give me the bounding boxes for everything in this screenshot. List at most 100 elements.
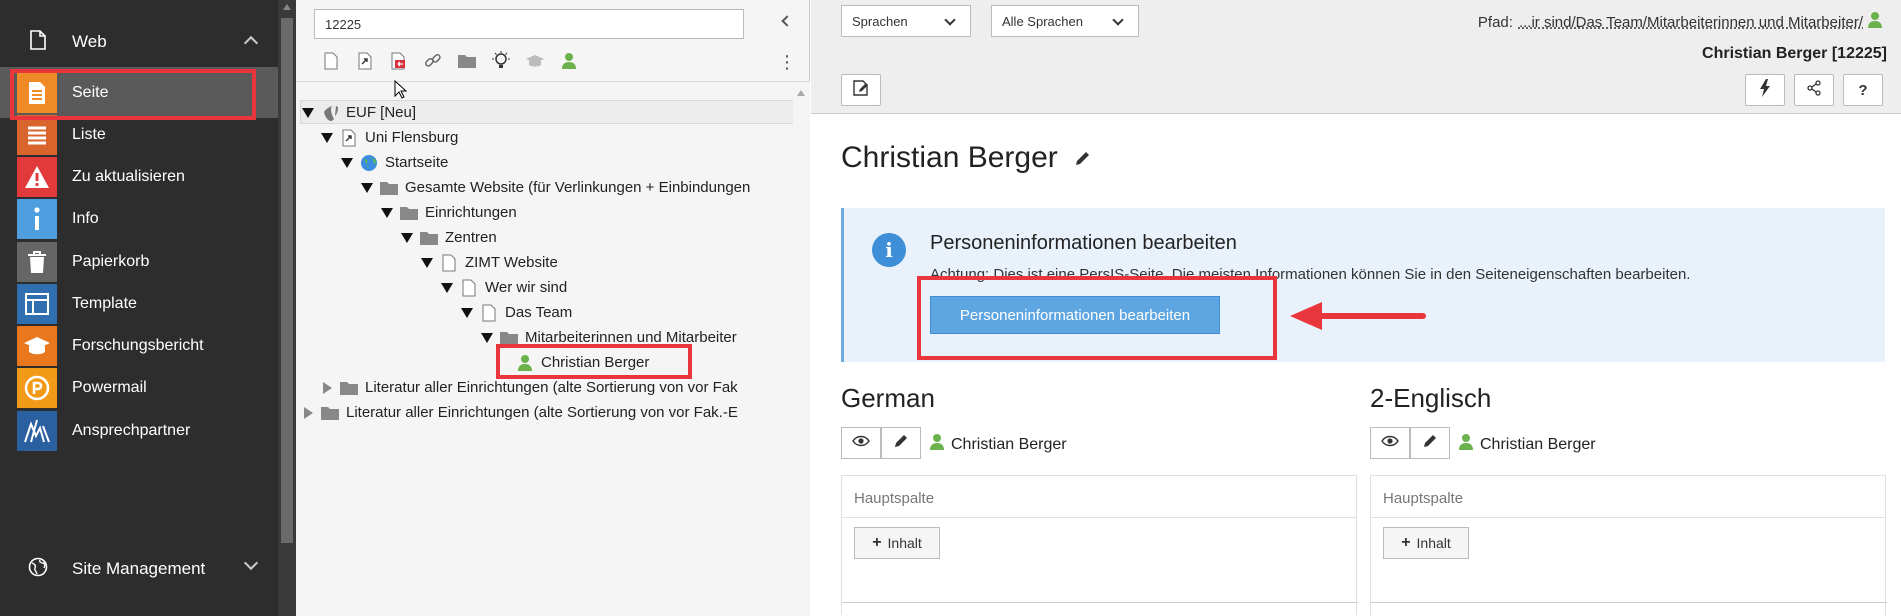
tree-node[interactable]: Das Team — [461, 300, 572, 325]
tree-node[interactable]: Gesamte Website (für Verlinkungen + Einb… — [361, 175, 750, 200]
tree-node[interactable]: ZIMT Website — [421, 250, 558, 275]
tree-node[interactable]: Wer wir sind — [441, 275, 567, 300]
lightbulb-icon[interactable] — [484, 48, 518, 74]
expanded-toggle-icon[interactable] — [441, 282, 453, 294]
expanded-toggle-icon[interactable] — [401, 232, 413, 244]
tree-node[interactable]: Startseite — [341, 150, 448, 175]
help-button[interactable]: ? — [1843, 74, 1883, 106]
language-filter-select[interactable]: Alle Sprachen — [991, 5, 1139, 37]
view-button[interactable] — [841, 427, 881, 459]
page-icon — [439, 254, 459, 272]
eye-icon — [852, 434, 870, 452]
module-group-site-management[interactable]: Site Management — [0, 544, 278, 594]
tree-node[interactable]: Uni Flensburg — [321, 125, 458, 150]
shortcut-page-icon — [339, 129, 359, 147]
add-content-button[interactable]: + Inhalt — [854, 527, 940, 559]
link-page-icon[interactable] — [382, 48, 416, 74]
tree-node[interactable]: Literatur aller Einrichtungen (alte Sort… — [302, 400, 738, 425]
share-icon — [1806, 79, 1822, 101]
scroll-up-arrow-icon[interactable] — [283, 4, 291, 10]
folder-icon — [419, 229, 439, 247]
shortcut-page-icon[interactable] — [348, 48, 382, 74]
graduation-cap-icon[interactable] — [518, 48, 552, 74]
column-divider — [842, 602, 1358, 603]
document-icon — [22, 29, 54, 55]
info-title: Personeninformationen bearbeiten — [930, 232, 1237, 254]
edit-button[interactable] — [881, 427, 921, 459]
expanded-toggle-icon[interactable] — [341, 157, 353, 169]
share-button[interactable] — [1794, 74, 1834, 106]
pencil-icon[interactable] — [1074, 141, 1092, 175]
user-icon — [1458, 433, 1474, 456]
page-icon — [479, 304, 499, 322]
expanded-toggle-icon[interactable] — [461, 307, 473, 319]
expanded-toggle-icon[interactable] — [381, 207, 393, 219]
column-divider — [1371, 602, 1887, 603]
plus-icon: + — [1401, 534, 1411, 551]
breadcrumb-path: Pfad: ...ir sind/Das Team/Mitarbeiterinn… — [1478, 11, 1883, 33]
arrow-shaft — [1318, 313, 1426, 319]
module-menu-scrollbar[interactable] — [278, 0, 296, 616]
tree-search-input[interactable] — [314, 9, 744, 39]
header-page-title: Christian Berger [12225] — [1702, 45, 1887, 62]
language-select[interactable]: Sprachen — [841, 5, 971, 37]
trash-module-icon — [17, 241, 57, 282]
lightning-icon — [1759, 78, 1771, 102]
plus-icon: + — [872, 534, 882, 551]
collapsed-toggle-icon[interactable] — [321, 381, 333, 394]
pointer-arrow — [1290, 302, 1426, 330]
tree-toolbar — [314, 48, 586, 74]
path-link[interactable]: ...ir sind/Das Team/Mitarbeiterinnen und… — [1519, 14, 1863, 31]
chevron-up-icon — [243, 35, 259, 51]
language-column-english: 2-Englisch Christian Berger Hauptspalte … — [1370, 383, 1887, 615]
expanded-toggle-icon[interactable] — [361, 182, 373, 194]
expanded-toggle-icon[interactable] — [302, 107, 314, 119]
column-header: Hauptspalte — [1371, 476, 1885, 518]
expanded-toggle-icon[interactable] — [321, 132, 333, 144]
globe-icon — [22, 557, 54, 582]
folder-icon — [399, 204, 419, 222]
mouse-cursor-icon — [394, 79, 408, 105]
chevron-left-icon — [781, 15, 793, 27]
language-column-german: German Christian Berger Hauptspalte + In… — [841, 383, 1358, 615]
powermail-module-icon — [17, 367, 57, 408]
typo3-logo-icon — [320, 104, 340, 122]
content-column: Hauptspalte + Inhalt — [1370, 475, 1887, 615]
pencil-icon — [1422, 433, 1438, 454]
page-heading: Christian Berger — [841, 141, 1092, 175]
tree-clip-edge — [793, 82, 810, 616]
module-group-web[interactable]: Web — [0, 17, 278, 67]
new-page-icon[interactable] — [314, 48, 348, 74]
module-ansprechpartner[interactable]: Ansprechpartner — [0, 405, 278, 456]
doc-header: Sprachen Alle Sprachen Pfad: ...ir sind/… — [811, 0, 1901, 114]
add-content-button[interactable]: + Inhalt — [1383, 527, 1469, 559]
scrollbar-thumb[interactable] — [281, 18, 293, 543]
expanded-toggle-icon[interactable] — [421, 257, 433, 269]
chevron-down-icon — [944, 14, 956, 26]
page-owner: Christian Berger — [1458, 433, 1596, 456]
folder-icon[interactable] — [450, 48, 484, 74]
eye-icon — [1381, 434, 1399, 452]
user-icon — [929, 433, 945, 456]
tree-node[interactable]: Zentren — [401, 225, 497, 250]
edit-page-properties-button[interactable] — [841, 74, 881, 106]
edit-button[interactable] — [1410, 427, 1450, 459]
list-module-icon — [17, 114, 57, 155]
language-title: German — [841, 383, 935, 413]
highlight-seite-module — [10, 69, 256, 120]
tree-node[interactable]: Literatur aller Einrichtungen (alte Sort… — [321, 375, 738, 400]
collapse-tree-button[interactable] — [776, 12, 796, 32]
tree-node[interactable]: Einrichtungen — [381, 200, 517, 225]
collapsed-toggle-icon[interactable] — [302, 406, 314, 419]
more-options-icon[interactable]: ⋮ — [778, 52, 796, 72]
link-icon[interactable] — [416, 48, 450, 74]
highlight-edit-button — [917, 276, 1277, 360]
clear-cache-button[interactable] — [1745, 74, 1785, 106]
content-column: Hauptspalte + Inhalt — [841, 475, 1358, 615]
view-button[interactable] — [1370, 427, 1410, 459]
expanded-toggle-icon[interactable] — [481, 332, 493, 344]
tree-scroll-up-icon[interactable] — [797, 90, 805, 96]
highlight-selected-node — [496, 344, 692, 379]
page-icon — [459, 279, 479, 297]
user-icon[interactable] — [552, 48, 586, 74]
